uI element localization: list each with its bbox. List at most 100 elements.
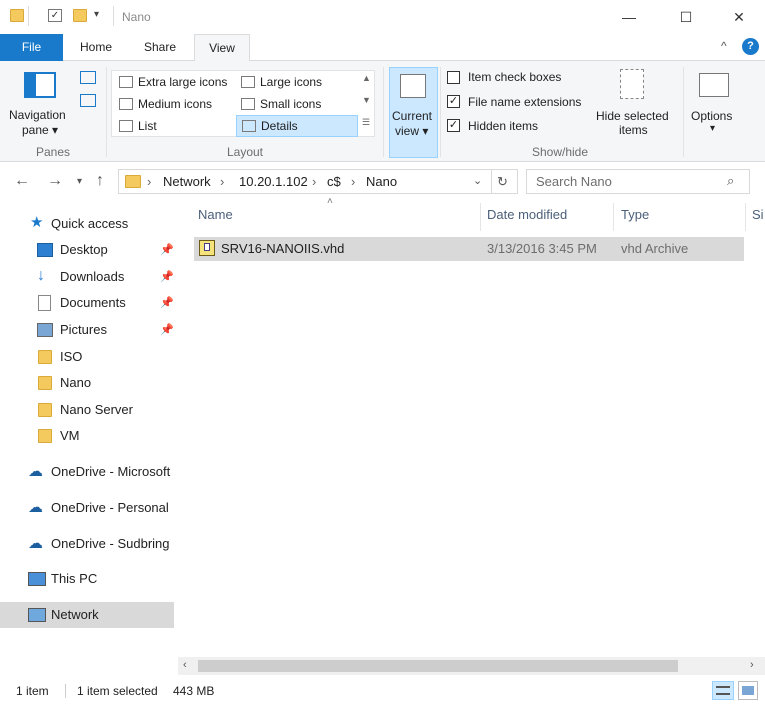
scrollbar-thumb[interactable] — [198, 660, 678, 672]
hidden-items-checkbox[interactable]: ✓ — [447, 119, 460, 132]
current-view-button[interactable]: Current view ▾ — [389, 67, 438, 158]
breadcrumb-host[interactable]: 10.20.1.102 — [239, 174, 308, 189]
scroll-left-icon[interactable]: ‹ — [183, 659, 187, 671]
tab-file[interactable]: File — [0, 34, 63, 61]
back-arrow-icon[interactable]: ← — [14, 172, 30, 190]
gallery-more-icon[interactable]: ☰ — [362, 117, 370, 128]
breadcrumb-nano[interactable]: Nano — [366, 174, 397, 189]
search-input[interactable]: Search Nano — [536, 174, 612, 189]
pin-icon[interactable]: 📌 — [160, 237, 174, 263]
status-bar: 1 item 1 item selected 443 MB — [0, 676, 765, 704]
tab-home[interactable]: Home — [68, 34, 124, 61]
details-view-icon[interactable] — [712, 681, 734, 700]
address-bar[interactable]: › Network › 10.20.1.102 › c$ › Nano ⌄ ↻ — [118, 169, 518, 194]
column-divider[interactable] — [745, 203, 746, 231]
pin-icon[interactable]: 📌 — [160, 290, 174, 316]
collapse-ribbon-icon[interactable]: ^ — [721, 39, 727, 53]
item-count: 1 item — [16, 684, 49, 698]
help-icon[interactable]: ? — [742, 38, 759, 55]
refresh-icon[interactable]: ↻ — [497, 174, 508, 190]
gallery-scroll-down-icon[interactable]: ▼ — [362, 95, 371, 105]
chevron-right-icon[interactable]: › — [312, 174, 316, 189]
layout-medium-icons[interactable]: Medium icons — [114, 94, 234, 114]
extra-large-icons-icon — [119, 76, 133, 88]
nav-onedrive-personal[interactable]: ☁ OneDrive - Personal — [0, 495, 178, 521]
column-header-date-modified[interactable]: Date modified — [487, 207, 567, 222]
item-check-boxes-label: Item check boxes — [468, 70, 562, 84]
minimize-button[interactable]: — — [606, 4, 652, 30]
chevron-right-icon[interactable]: › — [351, 174, 355, 189]
hidden-items-label: Hidden items — [468, 119, 539, 133]
breadcrumb-network[interactable]: Network — [163, 174, 211, 189]
maximize-button[interactable]: ☐ — [663, 4, 709, 30]
tab-view[interactable]: View — [194, 34, 250, 62]
search-box[interactable]: Search Nano ⌕ — [526, 169, 750, 194]
item-check-boxes-checkbox[interactable] — [447, 71, 460, 84]
layout-large-icons[interactable]: Large icons — [236, 72, 356, 92]
nav-desktop[interactable]: Desktop 📌 — [0, 237, 178, 263]
chevron-right-icon[interactable]: › — [147, 174, 151, 189]
nav-downloads[interactable]: ↓ Downloads 📌 — [0, 264, 178, 290]
medium-icons-icon — [119, 98, 133, 110]
properties-icon[interactable]: ✓ — [48, 9, 62, 22]
hide-selected-items-icon — [620, 69, 644, 99]
star-icon: ★ — [30, 214, 44, 231]
navigation-pane-icon — [24, 72, 56, 98]
column-header-size[interactable]: Si — [752, 207, 764, 222]
pin-icon[interactable]: 📌 — [160, 264, 174, 290]
large-icons-view-icon[interactable] — [738, 681, 758, 700]
nav-documents[interactable]: Documents 📌 — [0, 290, 178, 316]
recent-locations-icon[interactable]: ▾ — [77, 176, 82, 187]
layout-list[interactable]: List — [114, 116, 234, 136]
nav-quick-access[interactable]: ★ Quick access — [0, 211, 178, 237]
nav-label: OneDrive - Personal — [51, 500, 169, 515]
column-header-type[interactable]: Type — [621, 207, 649, 222]
options-button[interactable]: Options — [691, 109, 732, 123]
nav-network[interactable]: Network — [0, 602, 174, 628]
folder-icon — [38, 376, 52, 390]
nav-this-pc[interactable]: This PC — [0, 566, 178, 592]
breadcrumb-share[interactable]: c$ — [327, 174, 341, 189]
pin-icon[interactable]: 📌 — [160, 317, 174, 343]
column-divider[interactable] — [480, 203, 481, 231]
qat-dropdown-icon[interactable]: ▾ — [94, 9, 99, 20]
nav-onedrive-sudbring[interactable]: ☁ OneDrive - Sudbring — [0, 531, 178, 557]
column-header-name[interactable]: Name — [198, 207, 233, 222]
details-pane-icon[interactable] — [80, 94, 96, 107]
chevron-down-icon[interactable]: ⌄ — [473, 174, 482, 187]
nav-label: Quick access — [51, 216, 129, 231]
scroll-right-icon[interactable]: › — [750, 659, 754, 671]
nav-folder-iso[interactable]: ISO — [0, 344, 178, 370]
nav-onedrive-microsoft[interactable]: ☁ OneDrive - Microsoft — [0, 459, 178, 485]
navigation-pane-button-label[interactable]: pane ▾ — [22, 123, 58, 137]
window-title: Nano — [122, 10, 151, 24]
nav-folder-nano-server[interactable]: Nano Server — [0, 397, 178, 423]
chevron-right-icon[interactable]: › — [220, 174, 224, 189]
search-icon[interactable]: ⌕ — [727, 173, 734, 189]
options-dropdown-icon[interactable]: ▾ — [710, 123, 715, 134]
up-arrow-icon[interactable]: ↑ — [96, 172, 104, 190]
preview-pane-icon[interactable] — [80, 71, 96, 84]
gallery-scroll-up-icon[interactable]: ▲ — [362, 73, 371, 83]
layout-extra-large-icons[interactable]: Extra large icons — [114, 72, 234, 92]
network-icon — [28, 608, 46, 622]
nav-label: OneDrive - Microsoft — [51, 464, 171, 479]
nav-folder-vm[interactable]: VM — [0, 423, 178, 449]
file-name[interactable]: SRV16-NANOIIS.vhd — [221, 241, 344, 256]
close-button[interactable]: ✕ — [716, 4, 762, 30]
cloud-icon: ☁ — [28, 535, 43, 552]
layout-details[interactable]: Details — [236, 115, 358, 137]
new-folder-icon[interactable] — [73, 9, 87, 22]
file-name-extensions-label: File name extensions — [468, 95, 582, 109]
navigation-pane-button[interactable]: Navigation — [9, 108, 66, 122]
nav-folder-nano[interactable]: Nano — [0, 370, 178, 396]
hide-selected-items-button[interactable]: Hide selected — [596, 109, 669, 123]
nav-pictures[interactable]: Pictures 📌 — [0, 317, 178, 343]
tab-share[interactable]: Share — [132, 34, 188, 61]
sort-up-icon: ˄ — [327, 196, 333, 207]
file-name-extensions-checkbox[interactable]: ✓ — [447, 95, 460, 108]
hide-selected-items-label[interactable]: items — [619, 123, 648, 137]
layout-small-icons[interactable]: Small icons — [236, 94, 356, 114]
forward-arrow-icon[interactable]: → — [47, 172, 63, 190]
column-divider[interactable] — [613, 203, 614, 231]
